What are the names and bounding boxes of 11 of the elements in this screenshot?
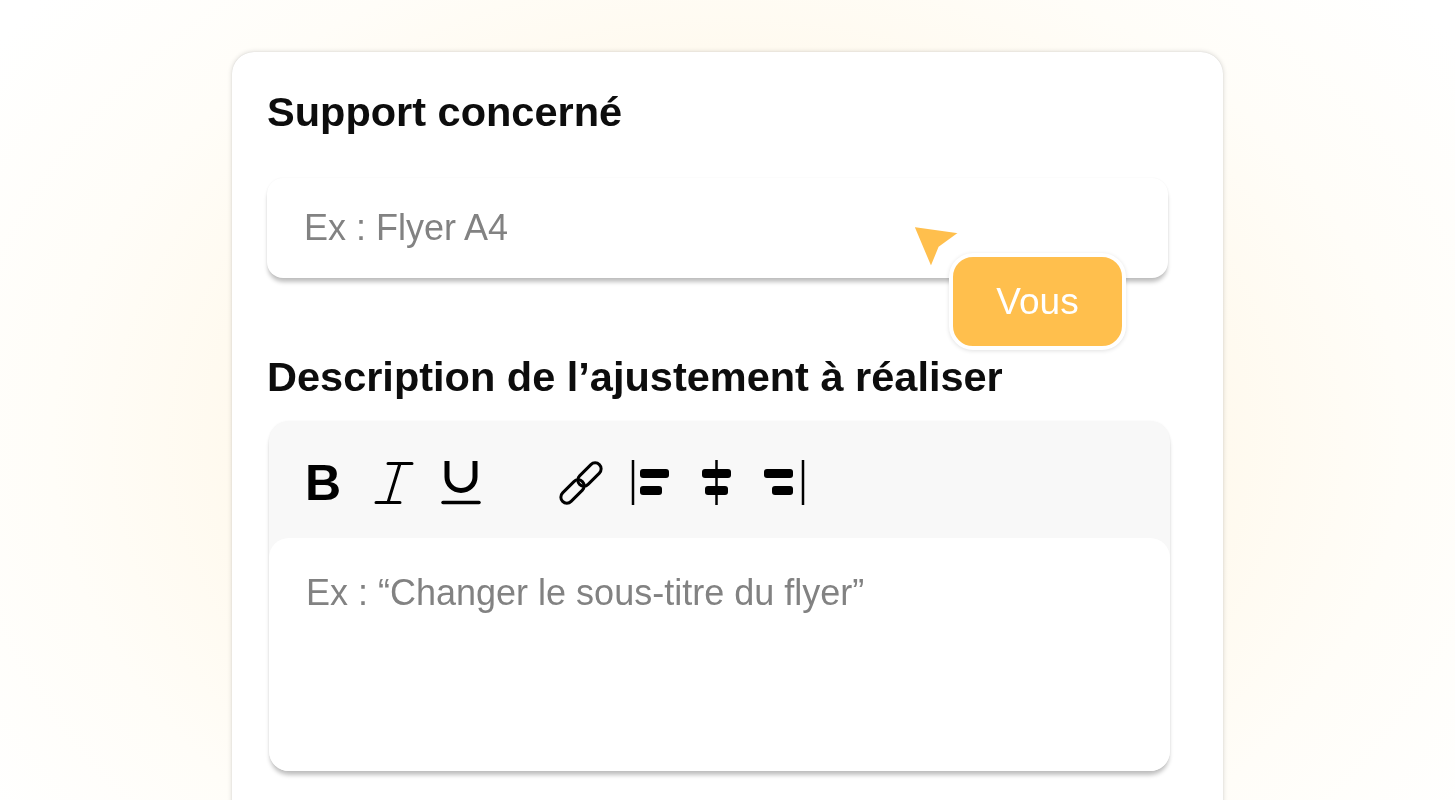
description-field[interactable]: Ex : “Changer le sous-titre du flyer” [269, 538, 1170, 771]
align-right-icon[interactable] [764, 460, 806, 505]
bold-button[interactable]: B [305, 457, 342, 508]
field-label: Support concerné [267, 87, 624, 137]
field-label: Description de l’ajustement à réaliser [267, 352, 1004, 402]
align-center-icon[interactable] [702, 460, 732, 505]
italic-icon[interactable] [374, 460, 415, 505]
underline-icon[interactable] [441, 460, 482, 505]
support-field[interactable]: Ex : Flyer A4 [267, 178, 1168, 278]
align-left-icon[interactable] [631, 460, 670, 505]
link-icon[interactable] [558, 459, 605, 506]
